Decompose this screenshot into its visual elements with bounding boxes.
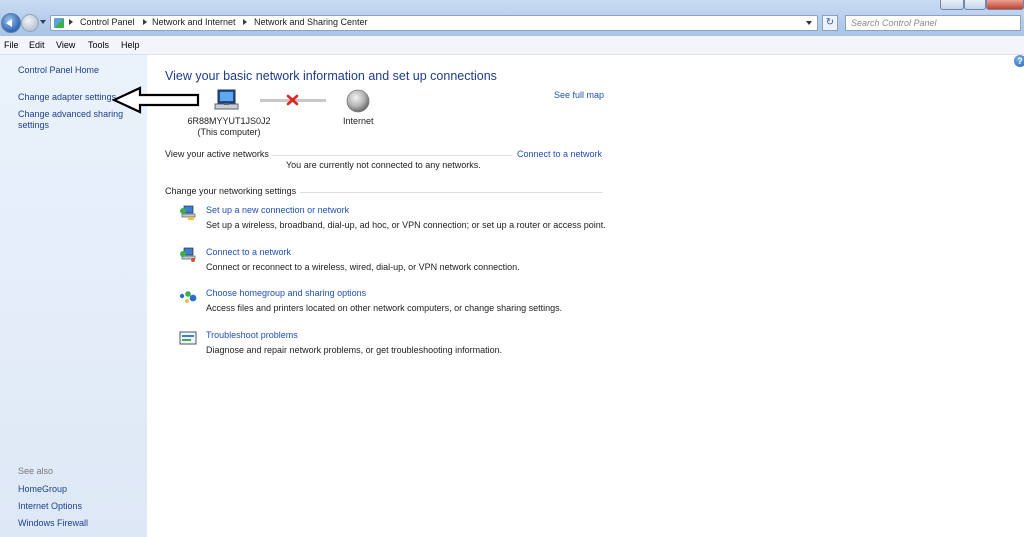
computer-name: 6R88MYYUT1JS0J2 [187,116,271,126]
refresh-button[interactable]: ↻ [822,15,838,31]
internet-globe-icon [346,89,370,113]
troubleshoot-icon [179,331,197,345]
change-settings-label: Change your networking settings [165,186,297,196]
annotation-arrow [112,86,200,114]
maximize-button[interactable] [964,0,986,10]
address-bar[interactable]: Control Panel Network and Internet Netwo… [50,15,818,31]
task-desc-homegroup: Access files and printers located on oth… [206,303,563,313]
back-button[interactable] [1,13,21,33]
see-full-map-link[interactable]: See full map [554,90,604,100]
menu-edit[interactable]: Edit [29,40,45,50]
help-icon[interactable]: ? [1014,55,1024,67]
internet-label: Internet [343,116,374,126]
internet-options-link[interactable]: Internet Options [18,501,136,512]
not-connected-message: You are currently not connected to any n… [286,160,481,170]
breadcrumb-network-sharing-center[interactable]: Network and Sharing Center [254,17,368,27]
computer-icon [214,89,239,110]
task-title-homegroup[interactable]: Choose homegroup and sharing options [206,288,366,298]
task-desc-connect-network: Connect or reconnect to a wireless, wire… [206,262,520,272]
windows-firewall-link[interactable]: Windows Firewall [18,518,136,529]
breadcrumb-separator-icon[interactable] [243,19,247,25]
task-desc-setup-connection: Set up a wireless, broadband, dial-up, a… [206,220,606,230]
breadcrumb-control-panel[interactable]: Control Panel [80,17,135,27]
page-title: View your basic network information and … [165,69,497,83]
minimize-button[interactable] [940,0,964,10]
menu-bar: File Edit View Tools Help [0,36,1024,55]
menu-tools[interactable]: Tools [88,40,109,50]
homegroup-link[interactable]: HomeGroup [18,484,136,495]
see-also-label: See also [18,466,54,476]
task-title-troubleshoot[interactable]: Troubleshoot problems [206,330,298,340]
breadcrumb-separator-icon[interactable] [143,19,147,25]
menu-file[interactable]: File [4,40,19,50]
menu-view[interactable]: View [56,40,75,50]
connect-network-icon [180,247,196,262]
section-divider [272,155,512,156]
search-input[interactable]: Search Control Panel [845,15,1021,31]
window-caption-buttons [940,0,1024,10]
connect-to-network-link[interactable]: Connect to a network [517,149,602,159]
computer-name-label: 6R88MYYUT1JS0J2 (This computer) [180,116,278,138]
close-button[interactable] [986,0,1024,10]
section-divider [300,192,603,193]
left-navigation-pane: Control Panel Home Change adapter settin… [0,55,147,537]
active-networks-label: View your active networks [165,149,269,159]
forward-button[interactable] [21,14,39,32]
recent-pages-dropdown[interactable] [40,20,46,24]
task-title-connect-network[interactable]: Connect to a network [206,247,291,257]
breadcrumb-separator-icon[interactable] [69,19,73,25]
control-panel-icon [54,18,64,28]
breadcrumb-network-internet[interactable]: Network and Internet [152,17,236,27]
task-desc-troubleshoot: Diagnose and repair network problems, or… [206,345,503,355]
address-dropdown-icon[interactable] [806,21,812,25]
control-panel-home-link[interactable]: Control Panel Home [18,65,136,76]
this-computer-label: (This computer) [197,127,261,137]
homegroup-icon [179,291,197,303]
task-title-setup-connection[interactable]: Set up a new connection or network [206,205,349,215]
disconnected-x-icon [286,94,299,106]
menu-help[interactable]: Help [121,40,140,50]
new-connection-icon [180,205,196,220]
